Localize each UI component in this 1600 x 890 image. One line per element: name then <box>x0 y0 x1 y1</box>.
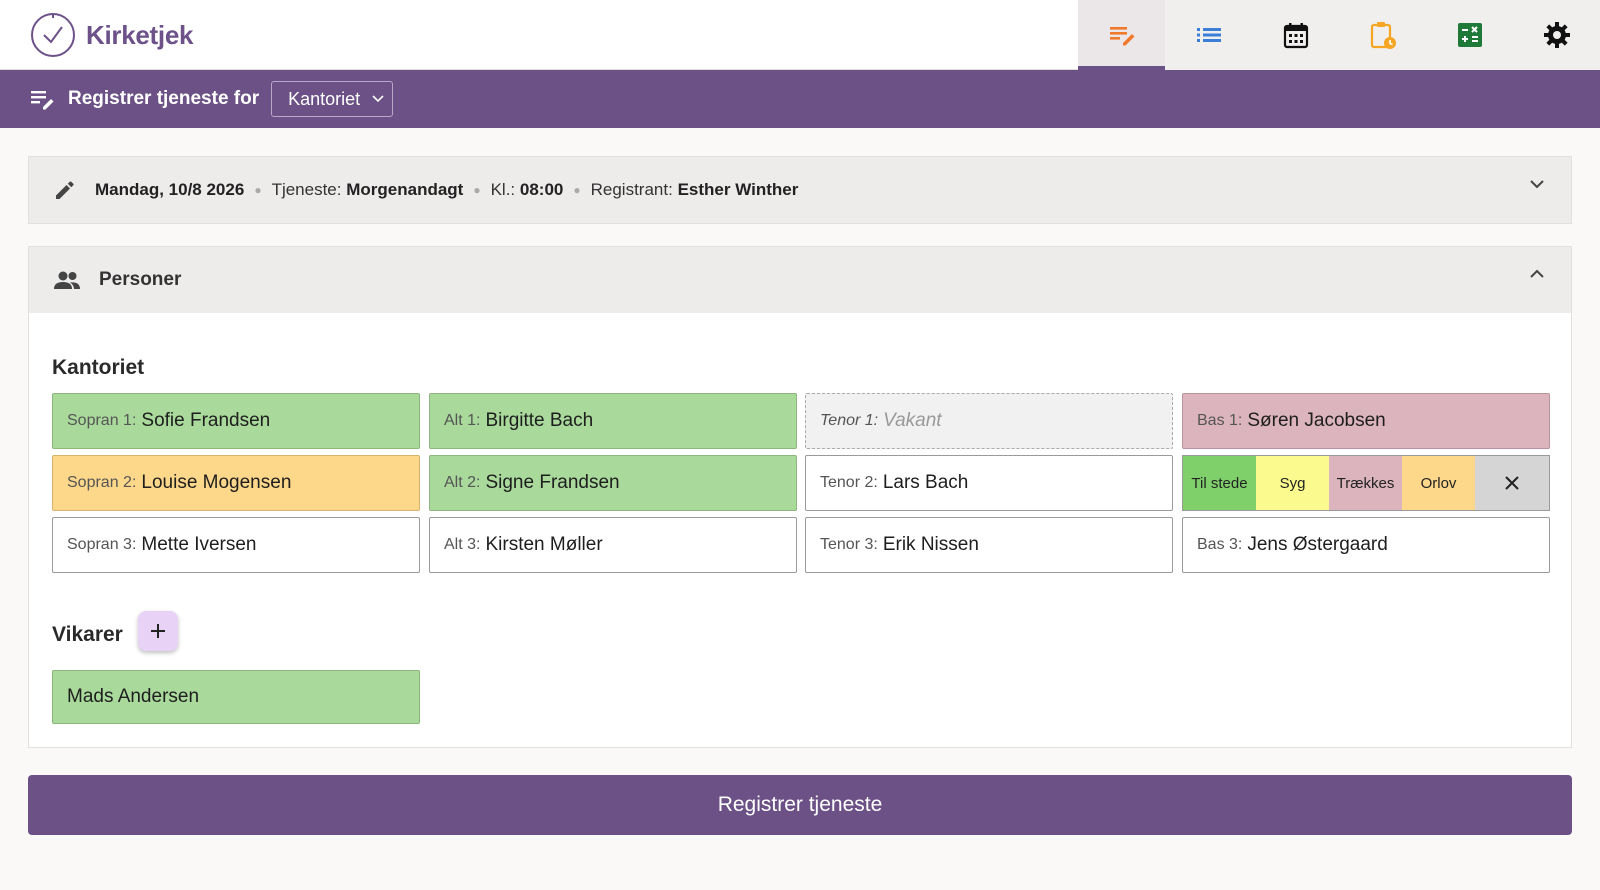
status-option-sick[interactable]: Syg <box>1256 456 1329 510</box>
group-title: Kantoriet <box>52 356 145 379</box>
person-name: Kirsten Møller <box>485 534 603 555</box>
person-name: Mette Iversen <box>141 534 257 555</box>
plus-icon <box>151 624 165 638</box>
section-title: Registrer tjeneste for <box>68 88 260 109</box>
person-cell-tenor-2[interactable]: Tenor 2: Lars Bach <box>805 455 1173 511</box>
person-name: Signe Frandsen <box>485 472 620 493</box>
role-label: Alt 3: <box>444 536 481 553</box>
registrant-value: Esther Winther <box>677 180 799 199</box>
person-name: Louise Mogensen <box>141 472 292 493</box>
substitutes-title: Vikarer <box>52 623 123 646</box>
top-bar: Kirketjek <box>0 0 1600 70</box>
service-panel: Mandag, 10/8 2026 ● Tjeneste: Morgenanda… <box>28 156 1572 224</box>
person-name: Mads Andersen <box>67 686 200 707</box>
chevron-up-icon[interactable] <box>1529 269 1545 279</box>
status-picker: Til stede Syg Trækkes Orlov <box>1182 455 1550 511</box>
person-cell-tenor-3[interactable]: Tenor 3: Erik Nissen <box>805 517 1173 573</box>
registrant-label: Registrant: <box>590 180 673 199</box>
status-option-present[interactable]: Til stede <box>1183 456 1256 510</box>
person-cell-alt-3[interactable]: Alt 3: Kirsten Møller <box>429 517 797 573</box>
status-option-leave[interactable]: Orlov <box>1402 456 1475 510</box>
person-name: Birgitte Bach <box>485 410 594 431</box>
person-cell-bas-3[interactable]: Bas 3: Jens Østergaard <box>1182 517 1550 573</box>
tab-list[interactable] <box>1165 0 1252 70</box>
register-icon <box>31 91 54 110</box>
choir-select[interactable]: Kantoriet <box>271 81 394 117</box>
gear-icon <box>1543 22 1570 48</box>
service-meta: Mandag, 10/8 2026 ● Tjeneste: Morgenanda… <box>95 180 799 199</box>
section-bar: Registrer tjeneste for Kantoriet <box>0 70 1600 128</box>
chevron-down-icon[interactable] <box>1529 179 1545 189</box>
role-label: Alt 1: <box>444 412 481 429</box>
register-service-button[interactable]: Registrer tjeneste <box>28 775 1572 835</box>
tab-clipboard[interactable] <box>1339 0 1426 70</box>
app-name: Kirketjek <box>86 19 194 50</box>
person-cell-sopran-1[interactable]: Sopran 1: Sofie Frandsen <box>52 393 420 449</box>
person-cell-sopran-3[interactable]: Sopran 3: Mette Iversen <box>52 517 420 573</box>
clipboard-clock-icon <box>1370 22 1396 49</box>
role-label: Tenor 1: <box>820 412 879 429</box>
nav-tabs <box>1078 0 1600 70</box>
add-substitute-button[interactable] <box>138 611 178 651</box>
role-label: Bas 1: <box>1197 412 1243 429</box>
role-label: Tenor 3: <box>820 536 878 553</box>
role-label: Tenor 2: <box>820 474 878 491</box>
tab-register[interactable] <box>1078 0 1165 70</box>
choir-select-value: Kantoriet <box>288 88 361 109</box>
person-name: Sofie Frandsen <box>141 410 271 431</box>
persons-title: Personer <box>99 269 182 290</box>
status-option-withdrawn[interactable]: Trækkes <box>1329 456 1402 510</box>
people-icon <box>54 271 80 289</box>
status-picker-close-button[interactable] <box>1475 456 1549 510</box>
tab-calculator[interactable] <box>1426 0 1513 70</box>
service-type-label: Tjeneste: <box>271 180 342 199</box>
pencil-icon <box>56 181 74 199</box>
person-cell-alt-1[interactable]: Alt 1: Birgitte Bach <box>429 393 797 449</box>
person-cell-alt-2[interactable]: Alt 2: Signe Frandsen <box>429 455 797 511</box>
vacant-label: Vakant <box>883 410 942 431</box>
service-time-value: 08:00 <box>519 180 564 199</box>
role-label: Alt 2: <box>444 474 481 491</box>
logo[interactable]: Kirketjek <box>30 12 193 58</box>
person-name: Lars Bach <box>882 472 969 493</box>
person-name: Erik Nissen <box>882 534 979 555</box>
calendar-icon <box>1283 23 1308 49</box>
calculator-icon <box>1457 23 1482 47</box>
role-label: Sopran 1: <box>67 412 137 429</box>
register-icon <box>1109 27 1134 46</box>
substitute-cell[interactable]: Mads Andersen <box>52 670 420 724</box>
close-icon <box>1505 476 1519 490</box>
service-panel-header[interactable]: Mandag, 10/8 2026 ● Tjeneste: Morgenanda… <box>29 157 1571 223</box>
service-time-label: Kl.: <box>490 180 516 199</box>
role-label: Sopran 2: <box>67 474 137 491</box>
person-cell-sopran-2[interactable]: Sopran 2: Louise Mogensen <box>52 455 420 511</box>
person-name: Jens Østergaard <box>1247 534 1388 555</box>
role-label: Sopran 3: <box>67 536 137 553</box>
tab-calendar[interactable] <box>1252 0 1339 70</box>
checkmark-circle-icon <box>31 13 75 57</box>
service-date: Mandag, 10/8 2026 <box>95 180 245 199</box>
chevron-down-icon <box>372 95 384 103</box>
service-type-value: Morgenandagt <box>346 180 464 199</box>
person-cell-bas-1[interactable]: Bas 1: Søren Jacobsen <box>1182 393 1550 449</box>
list-icon <box>1196 28 1221 42</box>
person-name: Søren Jacobsen <box>1247 410 1386 431</box>
person-cell-tenor-1[interactable]: Tenor 1: Vakant <box>805 393 1173 449</box>
role-label: Bas 3: <box>1197 536 1243 553</box>
tab-settings[interactable] <box>1513 0 1600 70</box>
persons-panel-header[interactable]: Personer <box>29 247 1571 313</box>
